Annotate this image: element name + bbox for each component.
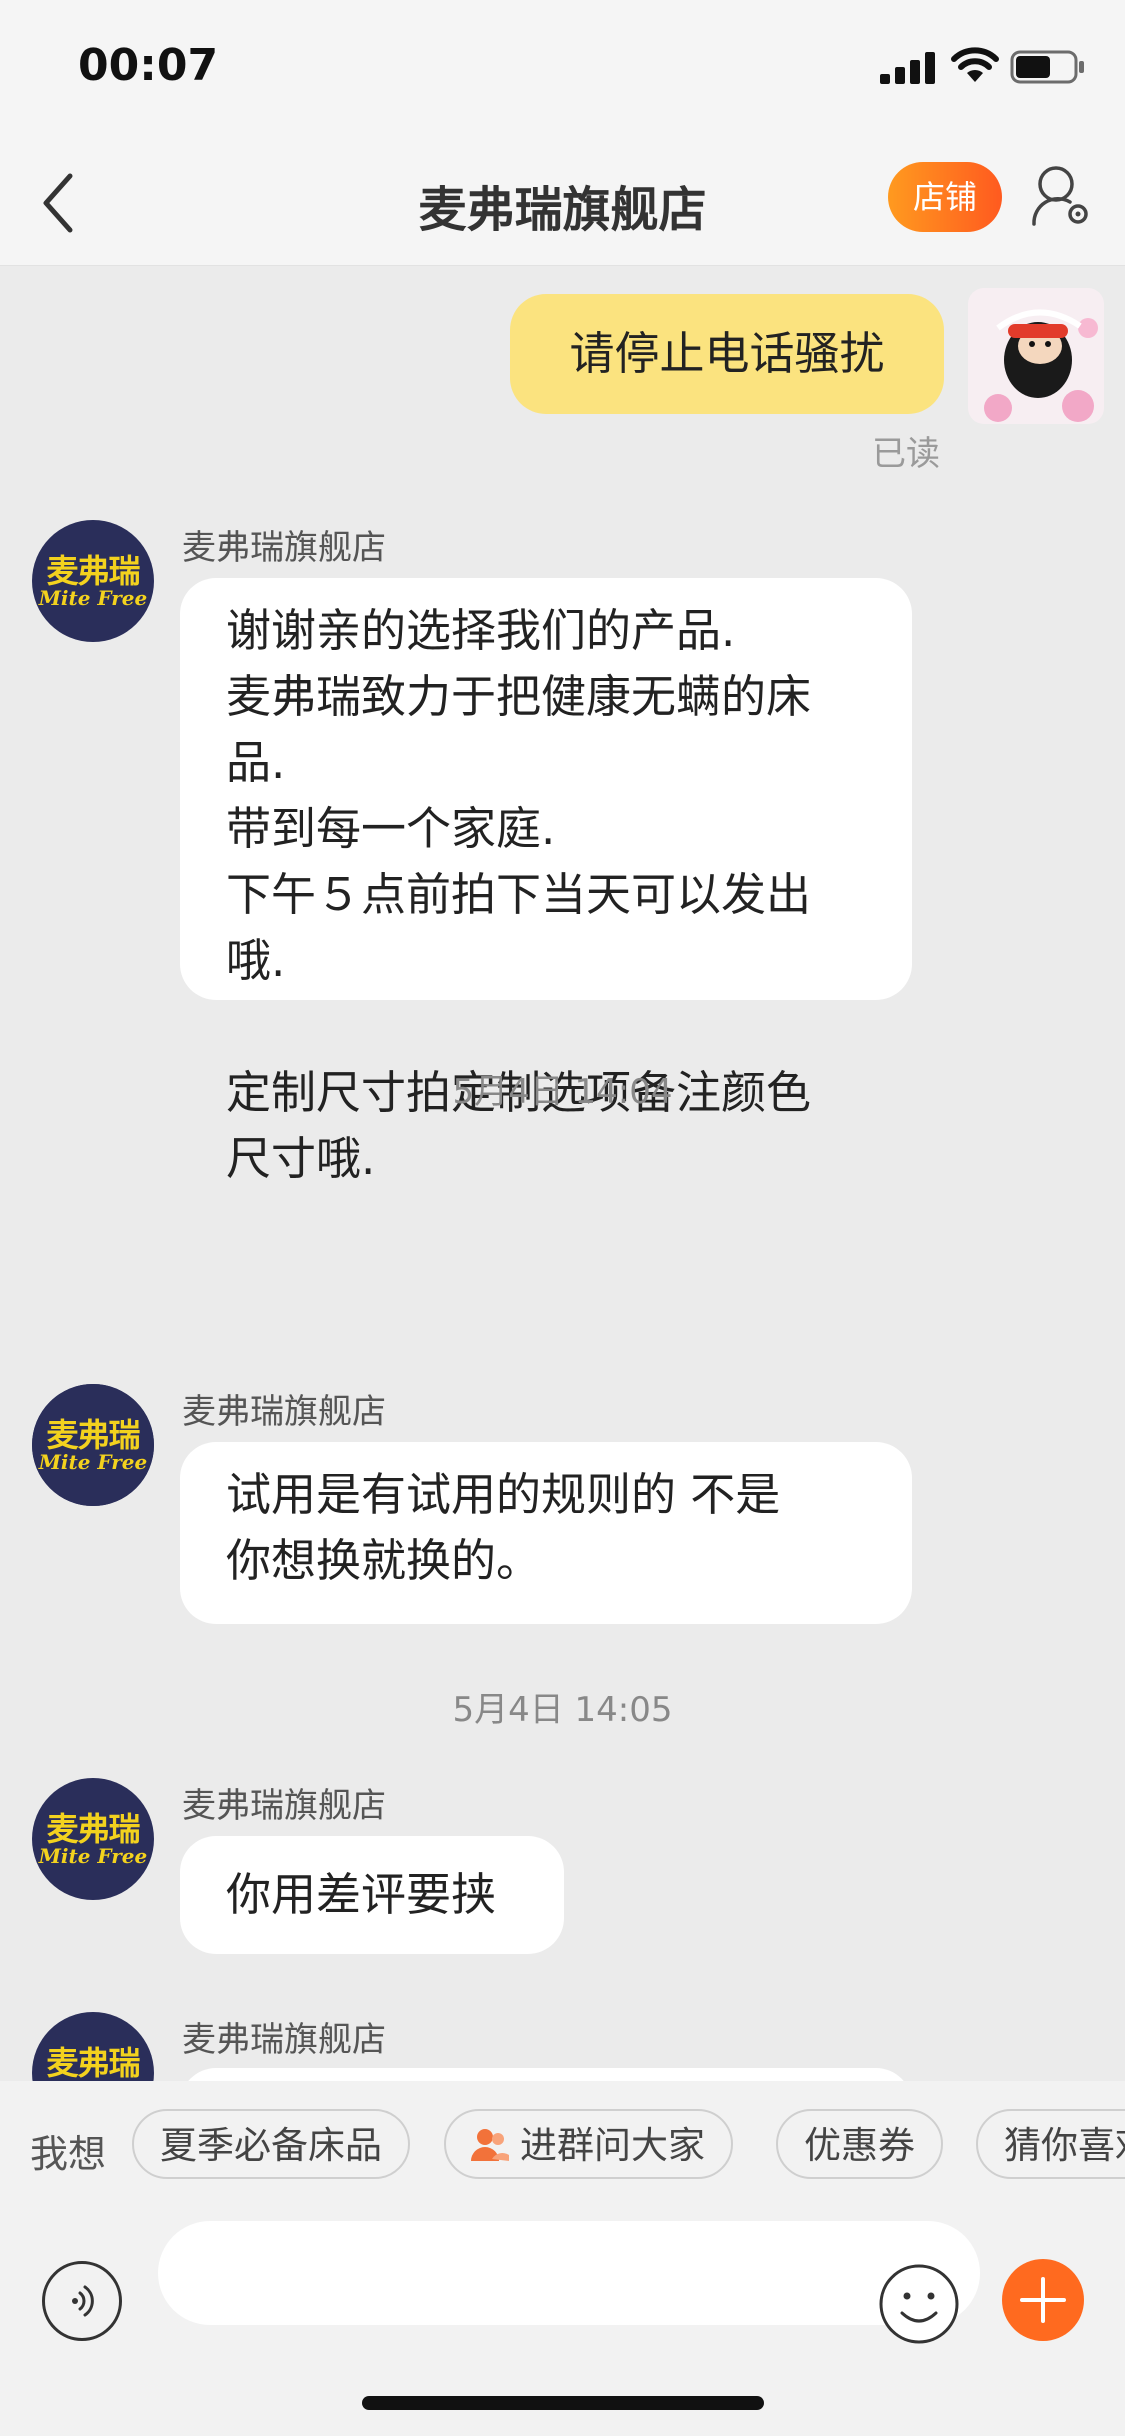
message-line: 你想换就换的。 — [226, 1534, 542, 1587]
my-avatar[interactable] — [968, 288, 1104, 424]
my-message-text: 请停止电话骚扰 — [569, 327, 885, 380]
wifi-icon — [951, 47, 999, 82]
status-time: 00:07 — [78, 40, 219, 91]
sender-name: 麦弗瑞旗舰店 — [182, 528, 386, 568]
chip-label: 进群问大家 — [520, 2124, 705, 2167]
quick-bar-label: 我想 — [30, 2132, 107, 2176]
message-line: 哦. — [226, 934, 286, 987]
message-line: 品. — [226, 736, 286, 789]
read-status: 已读 — [872, 434, 940, 474]
store-avatar-logo-en: Mite Free — [38, 1450, 148, 1474]
message-line: 下午５点前拍下当天可以发出 — [226, 868, 812, 921]
plus-icon — [1020, 2277, 1066, 2323]
timestamp: 5月4日 14:05 — [452, 1690, 673, 1730]
store-avatar-logo-en: Mite Free — [38, 1844, 148, 1868]
message-line: 麦弗瑞致力于把健康无螨的床 — [226, 670, 812, 723]
store-avatar[interactable]: 麦弗瑞 Mite Free — [32, 520, 154, 642]
chip-summer-bedding[interactable]: 夏季必备床品 — [132, 2109, 410, 2179]
store-button[interactable]: 店铺 — [888, 162, 1002, 232]
store-avatar[interactable]: 麦弗瑞 Mite Free — [32, 1384, 154, 1506]
chip-coupon[interactable]: 优惠券 — [776, 2109, 943, 2179]
user-settings-icon[interactable] — [1030, 162, 1094, 232]
message-bubble[interactable]: 谢谢亲的选择我们的产品. 麦弗瑞致力于把健康无螨的床 品. 带到每一个家庭. 下… — [180, 578, 912, 1185]
message-line: 你用差评要挟 — [226, 1868, 497, 1921]
quick-reply-bar: 我想 夏季必备床品 进群问大家 优惠券 猜你喜欢 — [0, 2081, 1125, 2211]
chip-guess-you-like[interactable]: 猜你喜欢 — [976, 2109, 1125, 2179]
chat-area[interactable]: 请停止电话骚扰 已读 麦弗瑞 Mite Free 麦弗瑞旗舰店 谢谢亲的选择我们… — [0, 266, 1125, 2081]
chip-label: 夏季必备床品 — [160, 2124, 382, 2167]
timestamp: 5月4日 14:04 — [452, 1072, 673, 1112]
sender-name: 麦弗瑞旗舰店 — [182, 2020, 386, 2060]
store-avatar-logo-en: Mite Free — [38, 586, 148, 610]
group-icon — [471, 2129, 509, 2161]
more-button[interactable] — [1002, 2259, 1084, 2341]
chip-label: 猜你喜欢 — [1004, 2124, 1125, 2167]
message-input[interactable] — [158, 2221, 980, 2325]
sender-name: 麦弗瑞旗舰店 — [182, 1786, 386, 1826]
my-message-bubble[interactable]: 请停止电话骚扰 — [510, 294, 944, 414]
chip-label: 优惠券 — [804, 2124, 915, 2167]
status-bar: 00:07 — [0, 0, 1125, 140]
message-line: 尺寸哦. — [226, 1132, 376, 1185]
nav-bar: 麦弗瑞旗舰店 店铺 — [0, 140, 1125, 266]
voice-input-button[interactable] — [42, 2261, 122, 2341]
store-avatar[interactable]: 麦弗瑞 Mite Free — [32, 1778, 154, 1900]
home-indicator — [362, 2396, 764, 2410]
message-bubble[interactable]: 你用差评要挟 — [180, 1836, 564, 1954]
message-line: 谢谢亲的选择我们的产品. — [226, 604, 736, 657]
input-bar — [0, 2211, 1125, 2436]
message-line: 带到每一个家庭. — [226, 802, 556, 855]
message-bubble[interactable]: 试用是有试用的规则的 不是 你想换就换的。 — [180, 1442, 912, 1624]
emoji-icon[interactable] — [878, 2263, 960, 2345]
chip-join-group[interactable]: 进群问大家 — [444, 2109, 733, 2179]
battery-icon — [1010, 50, 1084, 84]
voice-icon — [72, 2285, 94, 2317]
sender-name: 麦弗瑞旗舰店 — [182, 1392, 386, 1432]
message-line: 试用是有试用的规则的 不是 — [226, 1468, 781, 1521]
cellular-signal-icon — [880, 52, 935, 84]
message-line — [226, 994, 912, 1060]
